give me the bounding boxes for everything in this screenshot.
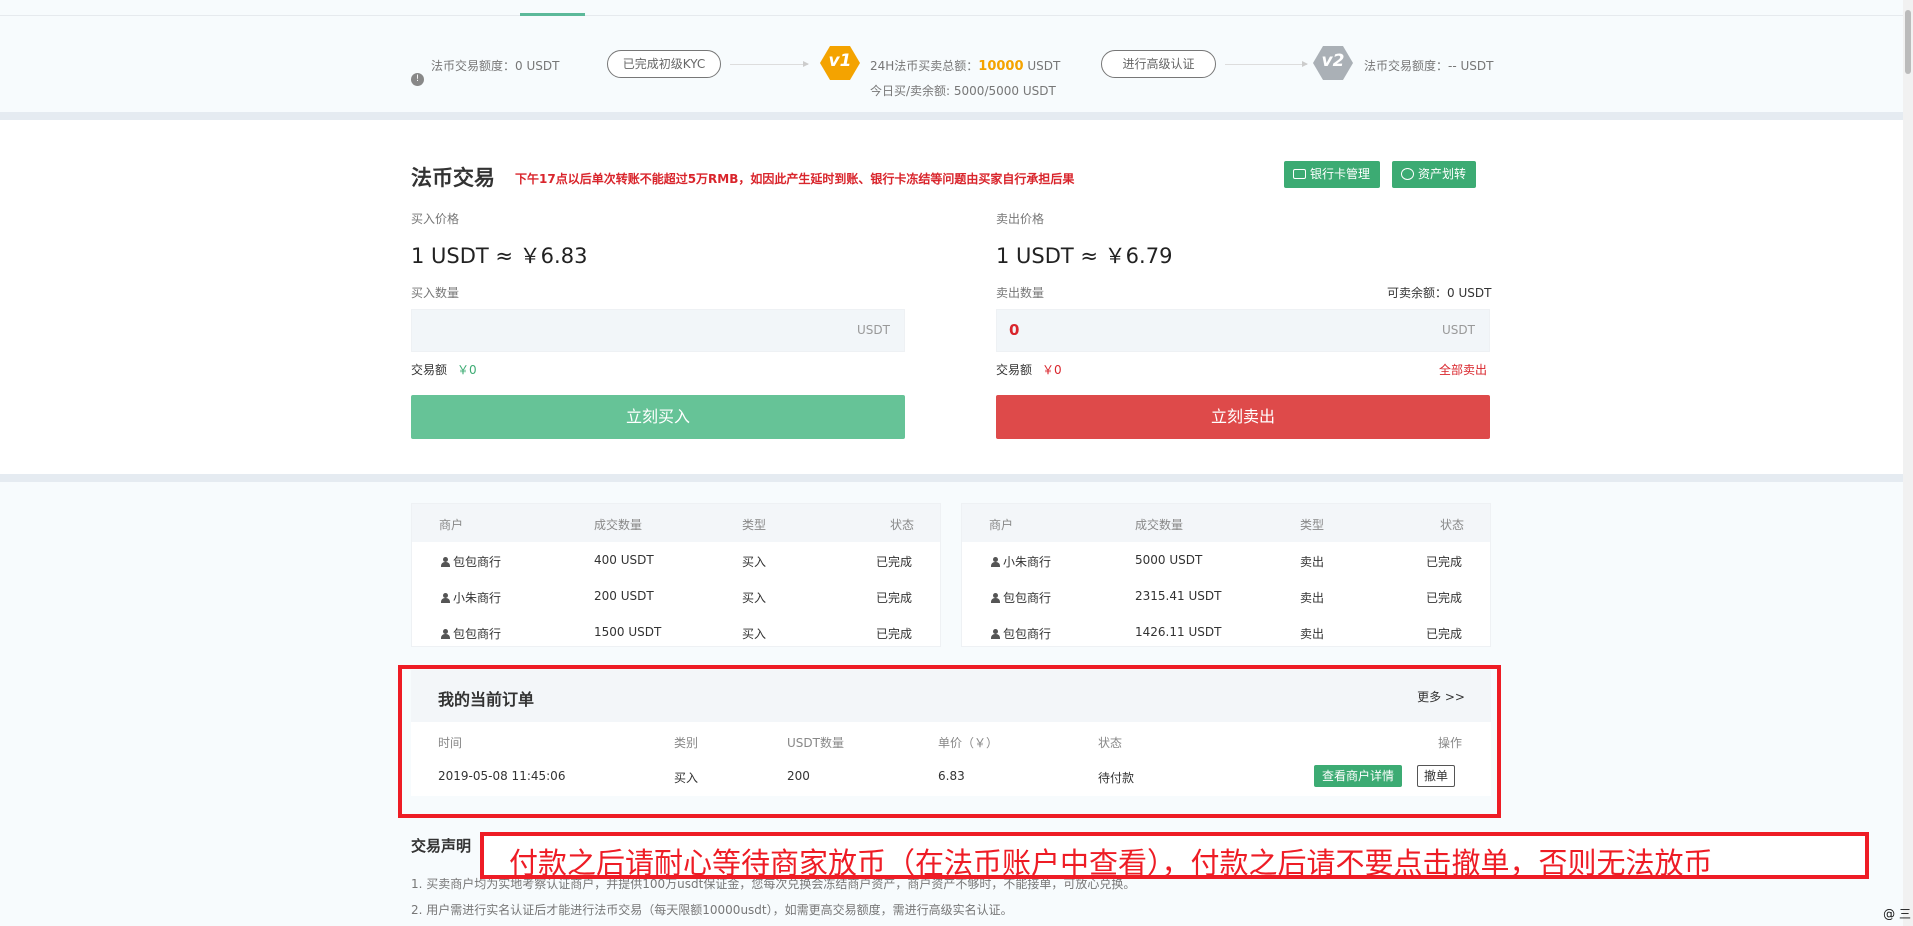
unit-label: USDT [1442,323,1475,337]
user-icon [441,557,450,567]
current-limit: 法币交易额度：0 USDT [431,59,560,73]
sell-price: 1 USDT ≈ ￥6.79 [996,244,1173,268]
arrow-right-icon [730,61,809,67]
declaration-line: 2. 用户需进行实名认证后才能进行法币交易（每天限额10000usdt），如需更… [411,903,1013,917]
user-icon [991,557,1000,567]
buy-now-button[interactable]: 立刻买入 [411,395,905,439]
asset-transfer-button[interactable]: 资产划转 [1392,161,1477,188]
table-header: 商户 成交数量 类型 状态 [412,504,940,542]
corner-icons: @ 三 [1883,907,1911,921]
user-icon [441,629,450,639]
sell-now-button[interactable]: 立刻卖出 [996,395,1490,439]
table-row: 包包商行 2315.41 USDT 卖出 已完成 [962,578,1490,614]
buy-qty-input[interactable]: USDT [411,309,905,352]
table-row: 包包商行 1500 USDT 买入 已完成 [412,614,940,650]
v1-badge-icon: v1 [820,46,860,80]
transfer-icon [1401,168,1414,180]
sell-qty-input[interactable]: 0 USDT [996,309,1490,352]
buy-qty-label: 买入数量 [411,286,460,300]
highlight-frame [398,665,1501,818]
table-header: 商户 成交数量 类型 状态 [962,504,1490,542]
table-row: 小朱商行 5000 USDT 卖出 已完成 [962,542,1490,578]
arrow-right-icon [1225,61,1308,67]
v1-total-value: 10000 [978,59,1024,74]
table-row: 包包商行 400 USDT 买入 已完成 [412,542,940,578]
user-icon [441,593,450,603]
trade-notice: 下午17点以后单次转账不能超过5万RMB，如因此产生延时到账、银行卡冻结等问题由… [515,172,1075,186]
buy-price-label: 买入价格 [411,212,460,226]
table-row: 包包商行 1426.11 USDT 卖出 已完成 [962,614,1490,650]
buy-records-table: 商户 成交数量 类型 状态 包包商行 400 USDT 买入 已完成 小朱商行 … [411,503,941,647]
unit-label: USDT [857,323,890,337]
section-separator [0,112,1903,120]
sell-records-table: 商户 成交数量 类型 状态 小朱商行 5000 USDT 卖出 已完成 包包商行… [961,503,1491,647]
v1-total-limit: 24H法币买卖总额：10000 USDT [870,59,1061,74]
user-icon [991,629,1000,639]
page-scrollbar[interactable] [1903,0,1913,926]
info-icon: ! [411,73,424,86]
page-title: 法币交易 [411,166,495,190]
table-row: 小朱商行 200 USDT 买入 已完成 [412,578,940,614]
user-icon [991,593,1000,603]
v2-limit: 法币交易额度：-- USDT [1364,59,1494,73]
buy-amount: 交易额 ￥0 [411,363,477,377]
kyc-basic-button[interactable]: 已完成初级KYC [607,50,721,78]
annotation-note: 付款之后请耐心等待商家放币（在法币账户中查看），付款之后请不要点击撤单，否则无法… [480,832,1869,880]
bank-card-button[interactable]: 银行卡管理 [1284,161,1381,188]
kyc-progress-strip: ! 法币交易额度：0 USDT 已完成初级KYC v1 24H法币买卖总额：10… [0,16,1903,112]
available-balance: 可卖余额：0 USDT [1387,286,1492,300]
advanced-verification-button[interactable]: 进行高级认证 [1101,50,1216,78]
fiat-trade-panel: 法币交易 下午17点以后单次转账不能超过5万RMB，如因此产生延时到账、银行卡冻… [0,120,1903,474]
scrollbar-thumb[interactable] [1905,10,1911,74]
sell-qty-label: 卖出数量 [996,286,1045,300]
sell-price-label: 卖出价格 [996,212,1045,226]
buy-price: 1 USDT ≈ ￥6.83 [411,244,588,268]
declaration-title: 交易声明 [411,837,472,855]
card-icon [1293,169,1306,179]
sell-amount: 交易额 ￥0 [996,363,1062,377]
v1-remaining: 今日买/卖余额: 5000/5000 USDT [870,84,1056,98]
section-separator [0,474,1903,482]
v2-badge-icon: v2 [1313,46,1353,80]
sell-all-link[interactable]: 全部卖出 [1439,361,1487,378]
